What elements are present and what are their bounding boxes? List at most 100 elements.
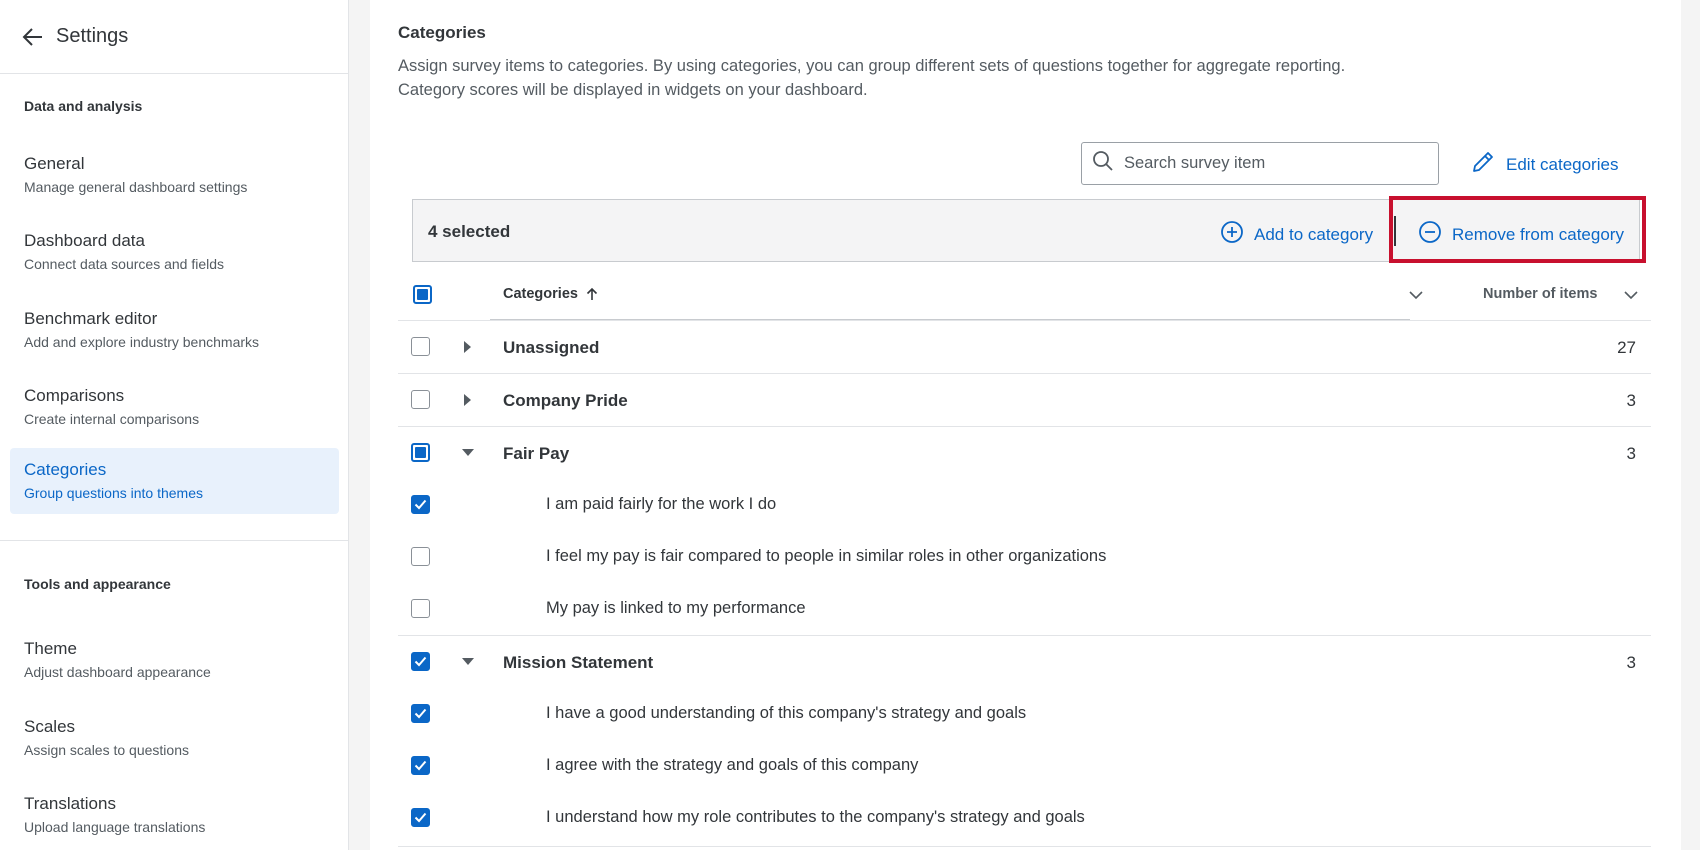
row-checkbox[interactable] <box>411 599 430 623</box>
sidebar-item-benchmark-editor[interactable]: Benchmark editor Add and explore industr… <box>10 297 339 363</box>
sidebar-item-label: Dashboard data <box>24 231 145 250</box>
category-row[interactable]: Mission Statement 3 <box>398 635 1651 688</box>
sidebar-item-label: Translations <box>24 794 116 813</box>
survey-item-row[interactable]: I agree with the strategy and goals of t… <box>398 740 1651 792</box>
category-row[interactable]: Fair Pay 3 <box>398 426 1651 479</box>
chevron-down-icon[interactable] <box>1623 287 1639 308</box>
category-item-count: 3 <box>1626 653 1636 672</box>
survey-item-row[interactable]: I am paid fairly for the work I do <box>398 479 1651 531</box>
row-checkbox[interactable] <box>411 337 430 361</box>
survey-item-row[interactable]: I understand how my role contributes to … <box>398 792 1651 844</box>
categories-panel: Categories Assign survey items to catego… <box>370 0 1681 850</box>
survey-item-row[interactable]: My pay is linked to my performance <box>398 583 1651 635</box>
sidebar-item-desc: Upload language translations <box>24 819 206 835</box>
survey-item-text: My pay is linked to my performance <box>546 599 806 617</box>
checkmark-icon <box>411 495 430 514</box>
category-name: Mission Statement <box>503 653 654 672</box>
checkmark-icon <box>411 808 430 827</box>
sidebar-item-desc: Group questions into themes <box>24 485 203 501</box>
sidebar-item-desc: Add and explore industry benchmarks <box>24 334 260 350</box>
sidebar-item-desc: Manage general dashboard settings <box>24 179 248 195</box>
chevron-down-icon[interactable] <box>1408 287 1424 308</box>
sidebar-item-desc: Adjust dashboard appearance <box>24 664 211 680</box>
row-checkbox[interactable] <box>411 808 430 828</box>
categories-table: Categories Number of items Unassigned 27 C… <box>398 270 1651 847</box>
column-header-label: Categories <box>503 286 578 302</box>
sidebar-item-general[interactable]: General Manage general dashboard setting… <box>10 142 339 208</box>
row-checkbox[interactable] <box>411 390 430 414</box>
survey-item-text: I agree with the strategy and goals of t… <box>546 756 919 774</box>
sidebar-item-desc: Connect data sources and fields <box>24 256 225 272</box>
sidebar-item-desc: Create internal comparisons <box>24 411 200 427</box>
table-bottom-border <box>398 846 1651 847</box>
checkbox-indeterminate <box>413 285 432 304</box>
survey-item-text: I feel my pay is fair compared to people… <box>546 547 1107 565</box>
category-item-count: 3 <box>1626 444 1636 463</box>
survey-item-row[interactable]: I have a good understanding of this comp… <box>398 688 1651 740</box>
sidebar-item-label: Categories <box>24 460 107 479</box>
remove-from-category-button[interactable]: Remove from category <box>1418 220 1624 249</box>
survey-item-text: I have a good understanding of this comp… <box>546 704 1027 722</box>
caret-down-icon[interactable] <box>461 446 475 460</box>
sidebar-item-dashboard-data[interactable]: Dashboard data Connect data sources and … <box>10 219 339 285</box>
column-header-categories[interactable]: Categories <box>503 286 598 302</box>
add-to-category-button[interactable]: Add to category <box>1220 220 1373 249</box>
edit-categories-button[interactable]: Edit categories <box>1470 149 1618 180</box>
selection-toolbar: 4 selected Add to category Remove from c… <box>412 199 1640 262</box>
description-line: Assign survey items to categories. By us… <box>398 57 1346 75</box>
checkmark-icon <box>411 756 430 775</box>
sidebar-item-categories[interactable]: Categories Group questions into themes <box>10 448 339 514</box>
row-checkbox[interactable] <box>411 495 430 515</box>
survey-item-text: I am paid fairly for the work I do <box>546 495 777 513</box>
sidebar-item-label: Comparisons <box>24 386 125 405</box>
survey-item-row[interactable]: I feel my pay is fair compared to people… <box>398 531 1651 583</box>
checkbox-empty <box>411 599 430 618</box>
category-row[interactable]: Unassigned 27 <box>398 320 1651 373</box>
checkmark-icon <box>411 652 430 671</box>
caret-right-icon[interactable] <box>461 340 475 354</box>
caret-down-icon[interactable] <box>461 655 475 669</box>
row-checkbox[interactable] <box>411 652 430 672</box>
back-arrow-icon[interactable] <box>22 26 44 48</box>
caret-right-icon[interactable] <box>461 393 475 407</box>
row-checkbox[interactable] <box>411 547 430 571</box>
search-input[interactable] <box>1124 154 1424 173</box>
sidebar-title: Settings <box>56 25 129 47</box>
checkbox-indeterminate <box>411 443 430 462</box>
column-header-number-of-items[interactable]: Number of items <box>1483 286 1597 302</box>
checkbox-empty <box>411 337 430 356</box>
select-all-checkbox[interactable] <box>413 285 432 305</box>
search-icon <box>1092 150 1114 177</box>
plus-circle-icon <box>1220 220 1244 249</box>
settings-sidebar: Settings Data and analysis General Manag… <box>0 0 349 850</box>
page-description: Assign survey items to categories. By us… <box>398 54 1398 102</box>
row-checkbox[interactable] <box>411 756 430 776</box>
minus-circle-icon <box>1418 220 1442 249</box>
sidebar-item-translations[interactable]: Translations Upload language translation… <box>10 782 339 848</box>
sidebar-item-label: General <box>24 154 85 173</box>
checkbox-empty <box>411 547 430 566</box>
sidebar-item-theme[interactable]: Theme Adjust dashboard appearance <box>10 627 339 693</box>
sidebar-item-scales[interactable]: Scales Assign scales to questions <box>10 705 339 771</box>
category-row[interactable]: Company Pride 3 <box>398 373 1651 426</box>
selected-count: 4 selected <box>428 222 511 241</box>
table-header: Categories Number of items <box>398 270 1651 321</box>
sidebar-divider <box>0 540 349 541</box>
sort-ascending-icon <box>586 287 598 301</box>
category-name: Unassigned <box>503 338 600 357</box>
category-item-count: 3 <box>1626 391 1636 410</box>
app-window: Settings Data and analysis General Manag… <box>0 0 1700 850</box>
survey-item-text: I understand how my role contributes to … <box>546 808 1085 826</box>
sidebar-item-desc: Assign scales to questions <box>24 742 189 758</box>
checkbox-empty <box>411 390 430 409</box>
section-data-and-analysis: Data and analysis <box>24 98 143 114</box>
checkmark-icon <box>411 704 430 723</box>
section-tools-and-appearance: Tools and appearance <box>24 576 171 592</box>
description-line: Category scores will be displayed in wid… <box>398 81 868 99</box>
sidebar-item-label: Scales <box>24 717 76 736</box>
row-checkbox[interactable] <box>411 443 430 463</box>
row-checkbox[interactable] <box>411 704 430 724</box>
category-name: Company Pride <box>503 391 628 410</box>
sidebar-item-comparisons[interactable]: Comparisons Create internal comparisons <box>10 374 339 440</box>
search-field[interactable] <box>1081 142 1439 185</box>
